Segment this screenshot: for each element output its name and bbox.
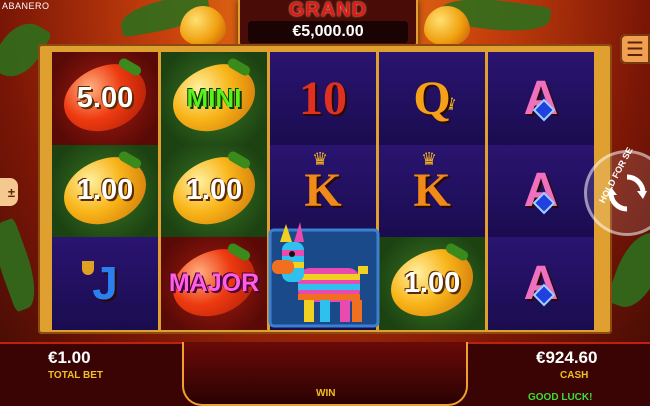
reel-4-cell-1: ♛ Q [379, 52, 485, 145]
reel-2-cell-2: 1.00 [161, 144, 267, 238]
reel-1-cell-2: 1.00 [52, 144, 158, 238]
cash-label: CASH [560, 370, 589, 381]
pepper-value: 1.00 [403, 266, 461, 299]
status-message: GOOD LUCK! [528, 392, 593, 403]
reel-2-cell-3: MAJOR [161, 237, 267, 330]
card-symbol: 10 [299, 71, 347, 125]
reel-1: 5.00 1.00 J [52, 52, 158, 330]
slot-game-screen: ABANERO GRAND €5,000.00 5.00 1.00 J MINI… [0, 0, 650, 406]
grand-jackpot-panel: GRAND €5,000.00 [238, 0, 418, 50]
total-bet-value: €1.00 [48, 348, 91, 367]
win-panel: WIN [182, 342, 468, 406]
major-jackpot-label: MAJOR [168, 268, 260, 297]
reel-1-cell-1: 5.00 [52, 52, 158, 145]
grand-jackpot-value: €5,000.00 [248, 21, 408, 43]
reel-1-cell-3: J [52, 237, 158, 330]
card-symbol: Q [413, 71, 451, 125]
menu-button[interactable]: ☰ [620, 34, 650, 64]
pinata-icon [268, 222, 380, 328]
pepper-value: 1.00 [76, 174, 134, 207]
grand-jackpot-title: GRAND [288, 0, 368, 21]
reel-2-cell-1: MINI [161, 52, 267, 145]
card-symbol: J [92, 257, 118, 310]
pepper-value: 5.00 [76, 81, 134, 114]
reel-4-cell-3: 1.00 [379, 237, 485, 330]
cash-value: €924.60 [536, 348, 598, 367]
reel-5-cell-2: A [488, 144, 594, 238]
pepper-decoration-right [424, 6, 470, 46]
reel-4: ♛ Q ♛ K 1.00 [379, 52, 485, 330]
win-label: WIN [316, 388, 336, 399]
reel-4-cell-2: ♛ K [379, 144, 485, 238]
card-symbol: K [413, 164, 451, 218]
bet-adjust-button[interactable]: ± [0, 178, 18, 206]
bet-adjust-icon: ± [7, 184, 15, 200]
pepper-value: 1.00 [185, 174, 243, 207]
reel-5-cell-3: A [488, 237, 594, 330]
total-bet-label: TOTAL BET [48, 370, 103, 381]
reel-3-cell-1: 10 [270, 52, 376, 145]
reel-5: A A A [488, 52, 594, 330]
brand-label: ABANERO [2, 1, 50, 11]
pepper-decoration-left [180, 6, 226, 46]
card-symbol: K [304, 164, 342, 218]
mini-jackpot-label: MINI [186, 82, 242, 113]
foliage-right [605, 225, 650, 315]
reel-5-cell-1: A [488, 52, 594, 145]
reel-2: MINI 1.00 MAJOR [161, 52, 267, 330]
menu-icon: ☰ [626, 38, 644, 61]
